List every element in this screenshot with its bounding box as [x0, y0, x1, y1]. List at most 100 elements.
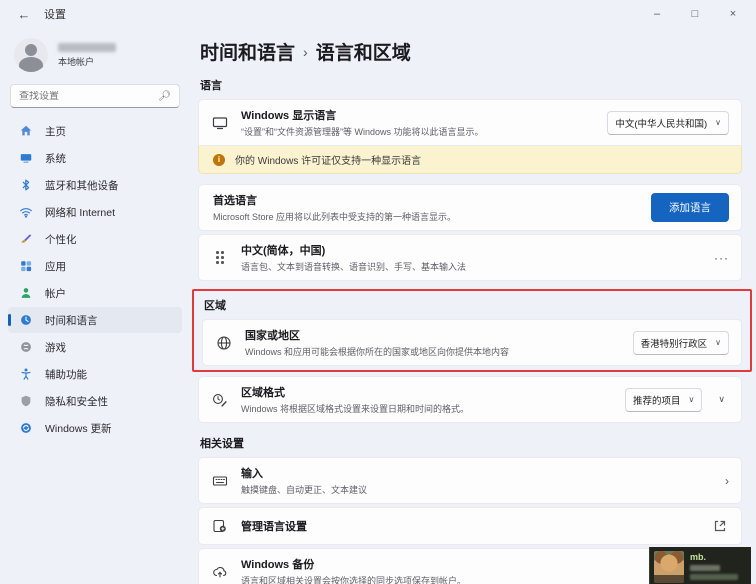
windows-backup-title: Windows 备份: [241, 559, 315, 571]
webcam-text-redacted: [690, 574, 738, 580]
chevron-down-icon: ∨: [715, 338, 721, 347]
sidebar-item-label: 应用: [45, 260, 66, 273]
sidebar-item-label: 网络和 Internet: [45, 206, 116, 219]
chevron-right-icon: ›: [725, 473, 729, 488]
regional-format-title: 区域格式: [241, 387, 285, 399]
time-language-icon: [18, 313, 33, 328]
network-icon: [18, 205, 33, 220]
expand-chevron-icon[interactable]: ∨: [714, 394, 729, 405]
language-item-row[interactable]: 中文(简体，中国) 语言包、文本到语音转换、语音识别、手写、基本输入法 ···: [198, 234, 742, 281]
country-region-dropdown[interactable]: 香港特别行政区 ∨: [632, 330, 729, 355]
personalization-icon: [18, 232, 33, 247]
more-options-button[interactable]: ···: [714, 251, 729, 265]
input-settings-row[interactable]: 输入 触摸键盘、自动更正、文本建议 ›: [198, 457, 742, 504]
display-language-subtitle: “设置”和“文件资源管理器”等 Windows 功能将以此语言显示。: [241, 127, 484, 137]
search-input[interactable]: [19, 90, 159, 102]
country-region-title: 国家或地区: [245, 330, 300, 342]
license-warning-banner: i 你的 Windows 许可证仅支持一种显示语言: [198, 146, 742, 174]
sidebar-item-personalization[interactable]: 个性化: [8, 226, 182, 252]
close-button[interactable]: ×: [714, 2, 752, 26]
back-button[interactable]: ←: [12, 4, 36, 24]
display-language-value: 中文(中华人民共和国): [615, 118, 708, 130]
sidebar-item-label: 辅助功能: [45, 368, 87, 381]
sidebar-item-bluetooth[interactable]: 蓝牙和其他设备: [8, 172, 182, 198]
window-controls: – □ ×: [638, 2, 752, 26]
sidebar-item-accounts[interactable]: 帐户: [8, 280, 182, 306]
privacy-icon: [18, 394, 33, 409]
page-title: 语言和区域: [315, 43, 411, 64]
drag-handle-icon[interactable]: [211, 251, 229, 264]
webcam-thumbnail: [654, 551, 684, 583]
display-language-icon: [211, 115, 229, 131]
display-language-row: Windows 显示语言 “设置”和“文件资源管理器”等 Windows 功能将…: [198, 99, 742, 146]
search-icon: 🔍︎: [158, 90, 171, 102]
display-language-title: Windows 显示语言: [241, 110, 337, 122]
user-name-redacted: [58, 42, 116, 52]
breadcrumb-parent[interactable]: 时间和语言: [200, 38, 295, 65]
country-region-subtitle: Windows 和应用可能会根据你所在的国家或地区向你提供本地内容: [245, 347, 510, 357]
maximize-button[interactable]: □: [676, 2, 714, 26]
language-item-subtitle: 语言包、文本到语音转换、语音识别、手写、基本输入法: [241, 262, 467, 272]
admin-language-title: 管理语言设置: [241, 521, 307, 533]
window-title: 设置: [44, 9, 66, 21]
windows-update-icon: [18, 421, 33, 436]
sidebar-item-label: 游戏: [45, 341, 66, 354]
sidebar-item-network[interactable]: 网络和 Internet: [8, 199, 182, 225]
country-region-value: 香港特别行政区: [640, 338, 708, 350]
chevron-down-icon: ∨: [715, 118, 721, 127]
display-language-dropdown[interactable]: 中文(中华人民共和国) ∨: [607, 110, 729, 135]
bluetooth-icon: [18, 178, 33, 193]
sidebar-item-privacy[interactable]: 隐私和安全性: [8, 388, 182, 414]
warning-icon: i: [213, 153, 225, 166]
apps-icon: [18, 259, 33, 274]
sidebar: 本地帐户 🔍︎ 主页 系统 蓝牙和其他设备 网络和 Internet 个性化: [0, 28, 190, 584]
regional-format-icon: [211, 392, 229, 408]
preferred-languages-subtitle: Microsoft Store 应用将以此列表中受支持的第一种语言显示。: [213, 212, 457, 222]
home-icon: [18, 124, 33, 139]
add-language-button[interactable]: 添加语言: [651, 193, 729, 222]
keyboard-icon: [211, 473, 229, 489]
annotation-box: 区域 国家或地区 Windows 和应用可能会根据你所在的国家或地区向你提供本地…: [192, 289, 752, 372]
webcam-text-redacted: [690, 565, 720, 571]
webcam-name: mb.: [690, 552, 707, 562]
breadcrumb: 时间和语言 › 语言和区域: [200, 38, 742, 65]
sidebar-item-label: Windows 更新: [45, 422, 112, 435]
sidebar-item-accessibility[interactable]: 辅助功能: [8, 361, 182, 387]
sidebar-item-label: 帐户: [45, 287, 66, 300]
minimize-button[interactable]: –: [638, 2, 676, 26]
sidebar-item-apps[interactable]: 应用: [8, 253, 182, 279]
sidebar-item-label: 个性化: [45, 233, 77, 246]
account-type-label: 本地帐户: [58, 56, 95, 67]
sidebar-item-label: 主页: [45, 125, 66, 138]
avatar: [14, 38, 48, 72]
country-region-row: 国家或地区 Windows 和应用可能会根据你所在的国家或地区向你提供本地内容 …: [202, 319, 742, 366]
section-header-region: 区域: [204, 300, 226, 312]
regional-format-dropdown[interactable]: 推荐的项目 ∨: [625, 387, 703, 412]
sidebar-item-label: 蓝牙和其他设备: [45, 179, 119, 192]
webcam-overlay: mb.: [649, 547, 751, 584]
system-icon: [18, 151, 33, 166]
sidebar-item-time-language[interactable]: 时间和语言: [8, 307, 182, 333]
license-warning-text: 你的 Windows 许可证仅支持一种显示语言: [235, 156, 422, 167]
external-link-icon: [711, 518, 729, 534]
sidebar-item-home[interactable]: 主页: [8, 118, 182, 144]
titlebar: ← 设置 – □ ×: [0, 0, 756, 28]
accessibility-icon: [18, 367, 33, 382]
admin-language-icon: [211, 518, 229, 534]
input-settings-title: 输入: [241, 468, 263, 480]
admin-language-row[interactable]: 管理语言设置: [198, 507, 742, 545]
language-item-title: 中文(简体，中国): [241, 245, 326, 257]
accounts-icon: [18, 286, 33, 301]
section-header-language: 语言: [200, 80, 222, 92]
sidebar-item-label: 隐私和安全性: [45, 395, 108, 408]
sidebar-item-gaming[interactable]: 游戏: [8, 334, 182, 360]
sidebar-item-system[interactable]: 系统: [8, 145, 182, 171]
chevron-down-icon: ∨: [688, 395, 695, 404]
backup-icon: [211, 564, 229, 580]
input-settings-subtitle: 触摸键盘、自动更正、文本建议: [241, 485, 368, 495]
gaming-icon: [18, 340, 33, 355]
user-profile[interactable]: 本地帐户: [8, 32, 182, 82]
search-box[interactable]: 🔍︎: [10, 84, 180, 108]
sidebar-item-windows-update[interactable]: Windows 更新: [8, 415, 182, 441]
section-header-related: 相关设置: [200, 438, 244, 450]
